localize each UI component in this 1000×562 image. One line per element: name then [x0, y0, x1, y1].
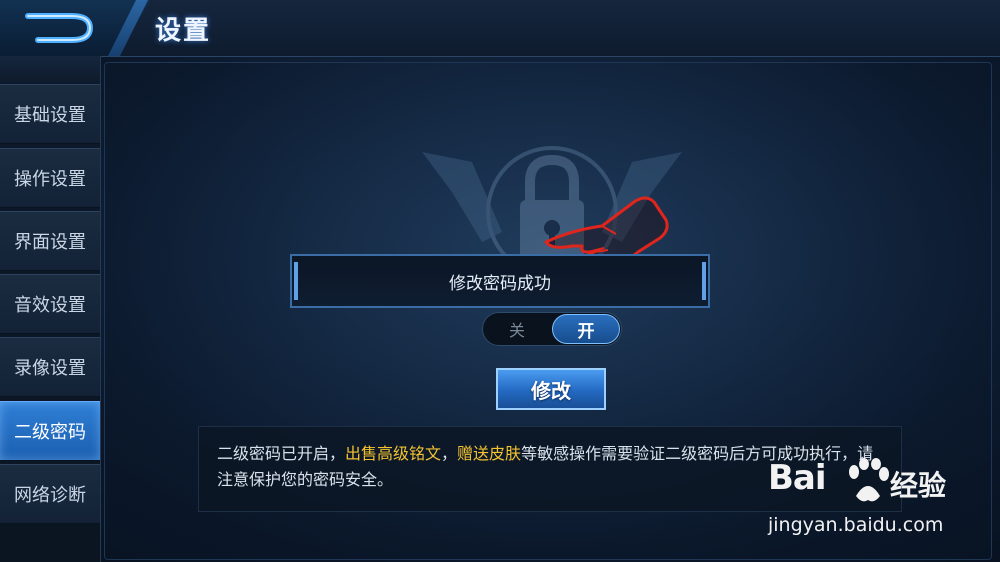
watermark-logo-text: Bai — [768, 458, 827, 498]
sidebar-header-decoration — [0, 56, 100, 84]
info-text-part1: 二级密码已开启， — [217, 444, 346, 463]
sidebar-item-secondary-password[interactable]: 二级密码 — [0, 401, 100, 461]
modify-password-button[interactable]: 修改 — [496, 368, 606, 410]
watermark-logo-cn: 经验 — [890, 469, 947, 502]
top-bar: 设置 — [0, 0, 1000, 57]
sidebar-item-network-diagnosis[interactable]: 网络诊断 — [0, 464, 100, 524]
sidebar-item-replay-settings[interactable]: 录像设置 — [0, 337, 100, 397]
page-title: 设置 — [155, 16, 212, 46]
status-banner: 修改密码成功 — [290, 254, 710, 308]
baidu-watermark: Bai 经验 jingyan.baidu.com — [762, 458, 998, 548]
back-arrow-icon — [25, 13, 94, 43]
baidu-paw-icon — [849, 458, 889, 502]
sidebar-item-basic-settings[interactable]: 基础设置 — [0, 84, 100, 144]
sidebar-item-operation-settings[interactable]: 操作设置 — [0, 148, 100, 208]
sidebar: 基础设置 操作设置 界面设置 音效设置 录像设置 二级密码 网络诊断 — [0, 56, 101, 562]
sidebar-item-sound-settings[interactable]: 音效设置 — [0, 274, 100, 334]
sidebar-item-interface-settings[interactable]: 界面设置 — [0, 211, 100, 271]
info-separator: ， — [441, 444, 458, 463]
watermark-url: jingyan.baidu.com — [768, 514, 944, 536]
info-highlight-gift-skins: 赠送皮肤 — [457, 444, 522, 463]
info-highlight-sell-inscriptions: 出售高级铭文 — [345, 444, 442, 463]
toggle-off-option[interactable]: 关 — [483, 313, 551, 345]
secondary-password-toggle[interactable]: 关 开 — [482, 312, 622, 346]
toggle-on-option[interactable]: 开 — [552, 314, 620, 344]
